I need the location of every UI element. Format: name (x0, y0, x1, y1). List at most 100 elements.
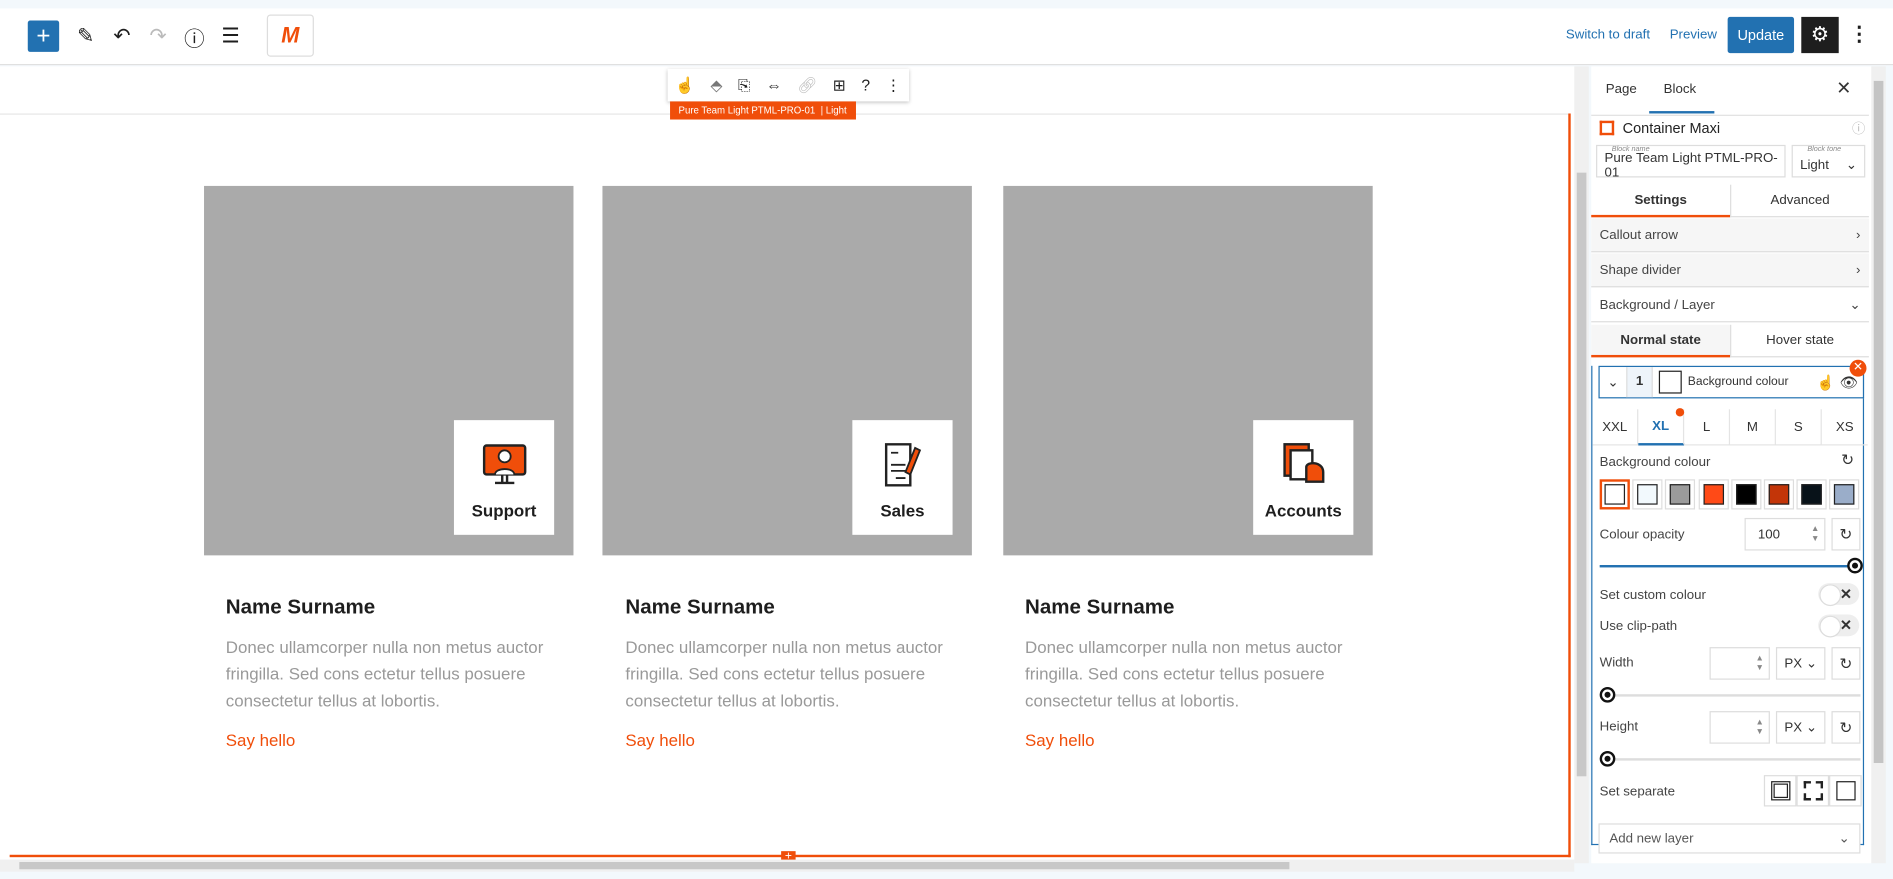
tab-normal-state[interactable]: Normal state (1591, 324, 1731, 358)
section-background-layer[interactable]: Background / Layer ⌄ (1591, 288, 1869, 323)
member-name: Name Surname (225, 595, 376, 619)
height-unit-select[interactable]: PX ⌄ (1775, 711, 1826, 744)
hand-move-icon[interactable]: ☝ (675, 75, 695, 94)
tab-block[interactable]: Block (1664, 82, 1696, 96)
set-separate-label: Set separate (1599, 784, 1675, 800)
set-custom-colour-toggle[interactable]: ✕ (1818, 583, 1860, 607)
maxi-logo-button[interactable]: M (266, 14, 314, 57)
settings-gear-icon[interactable]: ⚙ (1801, 16, 1839, 54)
opacity-slider[interactable] (1599, 557, 1863, 574)
section-shape-divider[interactable]: Shape divider › (1591, 253, 1869, 288)
use-clip-path-toggle[interactable]: ✕ (1818, 614, 1860, 638)
add-block-button[interactable]: + (27, 20, 60, 52)
remove-layer-icon[interactable]: ✕ (1849, 359, 1867, 377)
stepper-icon[interactable]: ▲ ▼ (1755, 718, 1763, 737)
height-reset-button[interactable]: ↻ (1831, 711, 1861, 744)
member-description: Donec ullamcorper nulla non metus auctor… (625, 637, 943, 710)
say-hello-link[interactable]: Say hello (226, 730, 296, 749)
block-toolbar: ☝ ⬘ ⎘ ⇔ 🔗︎ ⊞ ? ⋮ (667, 68, 910, 102)
size-icon[interactable]: ⇔ (766, 76, 782, 94)
width-reset-button[interactable]: ↻ (1831, 647, 1861, 680)
align-icon[interactable]: ⬘ (710, 75, 722, 94)
accounts-documents-icon (1282, 443, 1324, 483)
copy-style-icon[interactable]: ⎘ (738, 75, 751, 94)
colour-swatch[interactable] (1731, 479, 1762, 510)
block-title: Container Maxi (1622, 119, 1721, 137)
chevron-right-icon: › (1856, 227, 1861, 243)
block-name-field[interactable]: Block name Pure Team Light PTML-PRO-01 (1596, 144, 1786, 179)
colour-opacity-input[interactable]: 100 ▲ ▼ (1744, 517, 1826, 551)
undo-icon[interactable]: ↶ (109, 21, 136, 52)
height-slider[interactable] (1599, 750, 1861, 767)
tab-hover-state[interactable]: Hover state (1730, 324, 1869, 358)
separate-none-icon[interactable] (1829, 775, 1862, 807)
pencil-tools-icon[interactable]: ✎ (72, 21, 99, 52)
colour-swatch[interactable] (1763, 479, 1795, 510)
department-badge: Accounts (1253, 420, 1354, 535)
chevron-right-icon: › (1856, 262, 1861, 278)
height-input[interactable]: ▲ ▼ (1709, 711, 1770, 744)
close-icon[interactable]: ✕ (1836, 77, 1851, 99)
tab-advanced[interactable]: Advanced (1730, 184, 1869, 218)
add-new-layer-select[interactable]: Add new layer ⌄ (1598, 823, 1861, 854)
more-icon[interactable]: ⋮ (886, 75, 902, 94)
colour-swatch[interactable] (1599, 479, 1630, 510)
list-view-icon[interactable]: ☰ (217, 21, 244, 52)
colour-swatch[interactable] (1665, 479, 1696, 510)
chevron-down-icon[interactable]: ⌄ (1600, 374, 1627, 389)
width-slider[interactable] (1599, 686, 1861, 703)
card-image: Accounts (1003, 185, 1373, 556)
editor-top-bar: + ✎ ↶ ↷ ⓘ ☰ M Switch to draft Preview Up… (0, 8, 1893, 66)
section-callout-arrow[interactable]: Callout arrow › (1591, 218, 1869, 253)
breakpoint-xs[interactable]: XS (1821, 409, 1868, 446)
support-monitor-icon (482, 444, 526, 485)
tab-settings[interactable]: Settings (1591, 185, 1731, 218)
colour-swatch[interactable] (1796, 479, 1827, 510)
block-label: Pure Team Light PTML-PRO-01 | Light (670, 101, 856, 120)
hand-move-icon[interactable]: ☝ (1817, 374, 1835, 391)
breakpoint-m[interactable]: M (1730, 409, 1776, 446)
width-input[interactable]: ▲ ▼ (1709, 647, 1770, 680)
member-name: Name Surname (1024, 595, 1175, 619)
chevron-down-icon: ⌄ (1845, 158, 1857, 173)
link-icon[interactable]: 🔗︎ (797, 75, 817, 94)
stepper-icon[interactable]: ▲ ▼ (1811, 525, 1819, 544)
canvas-horizontal-scrollbar[interactable] (0, 859, 1575, 872)
background-colour-label: Background colour (1599, 455, 1711, 470)
breakpoint-l[interactable]: L (1684, 409, 1731, 446)
preview-link[interactable]: Preview (1670, 28, 1717, 42)
layer-colour-swatch (1658, 370, 1682, 394)
say-hello-link[interactable]: Say hello (625, 730, 695, 749)
duplicate-icon[interactable]: ⊞ (833, 75, 846, 94)
block-inspector-sidebar: Page Block ✕ Container Maxi ⓘ Block name… (1591, 66, 1872, 864)
container-icon (1599, 120, 1615, 136)
department-badge: Support (453, 420, 555, 535)
stepper-icon[interactable]: ▲ ▼ (1755, 654, 1763, 673)
block-tone-select[interactable]: Block tone Light ⌄ (1791, 144, 1866, 178)
chevron-down-icon: ⌄ (1849, 298, 1861, 313)
help-icon[interactable]: ? (861, 76, 870, 94)
width-unit-select[interactable]: PX ⌄ (1775, 647, 1826, 680)
separate-dashed-icon[interactable] (1796, 775, 1830, 807)
layer-row[interactable]: ⌄ 1 Background colour ☝ 👁︎ (1598, 365, 1865, 399)
sidebar-scrollbar[interactable] (1871, 66, 1886, 864)
update-button[interactable]: Update (1727, 16, 1795, 54)
colour-swatch[interactable] (1829, 479, 1860, 510)
canvas-vertical-scrollbar[interactable] (1574, 66, 1589, 864)
member-name: Name Surname (625, 595, 775, 619)
more-options-icon[interactable]: ⋮ (1847, 17, 1871, 53)
breakpoint-xxl[interactable]: XXL (1592, 409, 1639, 446)
info-icon[interactable]: ⓘ (181, 21, 208, 52)
separate-all-icon[interactable] (1763, 775, 1797, 807)
switch-to-draft-link[interactable]: Switch to draft (1566, 28, 1650, 42)
colour-swatch[interactable] (1698, 479, 1729, 510)
say-hello-link[interactable]: Say hello (1025, 730, 1095, 749)
block-info-icon[interactable]: ⓘ (1852, 118, 1865, 137)
set-custom-colour-label: Set custom colour (1599, 587, 1706, 603)
reset-icon[interactable]: ↻ (1841, 450, 1854, 469)
redo-icon[interactable]: ↷ (145, 21, 172, 52)
opacity-reset-button[interactable]: ↻ (1831, 517, 1861, 551)
tab-page[interactable]: Page (1606, 82, 1637, 96)
colour-swatch[interactable] (1632, 479, 1663, 510)
breakpoint-s[interactable]: S (1775, 409, 1822, 446)
